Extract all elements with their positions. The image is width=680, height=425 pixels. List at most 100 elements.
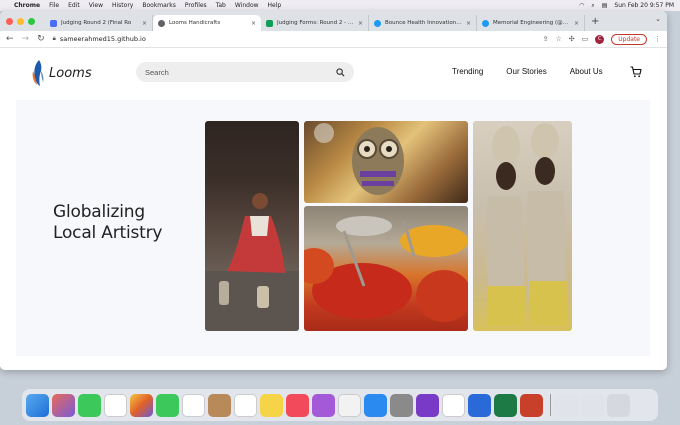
browser-window: Judging Round 2 (Final Ro × Looms Handic…	[0, 11, 667, 370]
minimize-window-button[interactable]	[17, 17, 24, 25]
notes-icon[interactable]	[260, 393, 283, 417]
menu-item-edit[interactable]: Edit	[68, 2, 80, 9]
main-nav: Trending Our Stories About Us	[452, 67, 626, 76]
hero-heading-line-1: Globalizing	[53, 202, 145, 222]
menu-item-tab[interactable]: Tab	[216, 2, 226, 9]
looms-logo[interactable]: Looms	[30, 59, 92, 87]
menu-item-help[interactable]: Help	[268, 2, 282, 9]
tab-label: Bounce Health Innovation (@Bo	[385, 20, 463, 26]
tab-label: Judging Round 2 (Final Ro	[61, 20, 132, 26]
menu-item-profiles[interactable]: Profiles	[185, 2, 207, 9]
more-menu-icon[interactable]: ⋮	[654, 35, 661, 43]
finder-icon[interactable]	[26, 393, 49, 417]
bookmark-star-icon[interactable]: ☆	[555, 35, 561, 43]
lock-icon[interactable]: 🔒︎	[53, 35, 56, 43]
tab-judging-round-2[interactable]: Judging Round 2 (Final Ro ×	[45, 15, 153, 31]
reload-icon[interactable]: ↻	[37, 34, 45, 44]
contacts-icon[interactable]	[208, 393, 231, 417]
search-input[interactable]	[145, 67, 336, 77]
menu-clock[interactable]: Sun Feb 20 9:57 PM	[614, 2, 674, 9]
reminders-icon[interactable]	[234, 393, 257, 417]
hero-heading-line-2: Local Artistry	[53, 223, 163, 243]
dock-separator	[550, 394, 551, 416]
hero-section: Globalizing Local Artistry	[16, 100, 650, 356]
search-icon[interactable]	[336, 67, 345, 77]
tab-memorial-engineering[interactable]: Memorial Engineering (@MUH ×	[477, 15, 585, 31]
nav-about-us[interactable]: About Us	[570, 67, 603, 76]
control-center-icon[interactable]: ▤	[602, 2, 608, 9]
messages-icon[interactable]	[78, 393, 101, 417]
podcasts-icon[interactable]	[312, 393, 335, 417]
menu-item-view[interactable]: View	[89, 2, 103, 9]
calendar-icon[interactable]	[182, 393, 205, 417]
tab-search-chevron-icon[interactable]: ⌄	[655, 15, 661, 23]
tab-favicon-icon	[374, 19, 381, 27]
bird-logo-icon	[32, 60, 44, 86]
menu-item-history[interactable]: History	[112, 2, 133, 9]
hero-heading: Globalizing Local Artistry	[53, 202, 162, 244]
photo-figurines	[473, 121, 572, 331]
tab-label: Looms Handicrafts	[169, 20, 221, 26]
forward-arrow-icon[interactable]: →	[22, 34, 30, 44]
back-arrow-icon[interactable]: ←	[6, 34, 14, 44]
macos-menu-bar: Chrome File Edit View History Bookmarks …	[0, 0, 680, 11]
tab-close-icon[interactable]: ×	[251, 20, 256, 27]
excel-icon[interactable]	[494, 393, 517, 417]
app-store-icon[interactable]	[364, 393, 387, 417]
zoom-window-button[interactable]	[28, 17, 35, 25]
nav-our-stories[interactable]: Our Stories	[506, 67, 546, 76]
photo-spice-market	[304, 206, 468, 331]
chrome-icon[interactable]	[442, 393, 465, 417]
tab-strip: Judging Round 2 (Final Ro × Looms Handic…	[0, 11, 667, 31]
music-icon[interactable]	[286, 393, 309, 417]
recent-document-icon[interactable]	[581, 393, 604, 417]
trash-icon[interactable]	[607, 393, 630, 417]
shopping-cart-icon[interactable]	[630, 66, 642, 78]
window-controls	[6, 17, 35, 25]
news-icon[interactable]	[338, 393, 361, 417]
photo-owl-ornament	[304, 121, 468, 203]
wifi-icon[interactable]: ◠	[579, 2, 584, 9]
macos-dock	[22, 389, 658, 421]
slack-icon[interactable]	[416, 393, 439, 417]
search-bar[interactable]	[136, 62, 354, 82]
reading-list-icon[interactable]: ▭	[582, 35, 589, 43]
mail-icon[interactable]	[104, 393, 127, 417]
word-icon[interactable]	[468, 393, 491, 417]
facetime-icon[interactable]	[156, 393, 179, 417]
nav-trending[interactable]: Trending	[452, 67, 483, 76]
logo-text: Looms	[49, 65, 92, 81]
tab-close-icon[interactable]: ×	[142, 20, 147, 27]
menu-item-window[interactable]: Window	[235, 2, 259, 9]
menu-item-file[interactable]: File	[49, 2, 59, 9]
system-preferences-icon[interactable]	[390, 393, 413, 417]
launchpad-icon[interactable]	[52, 393, 75, 417]
tab-label: Memorial Engineering (@MUH	[493, 20, 571, 26]
share-icon[interactable]: ⇪	[543, 35, 549, 43]
address-bar[interactable]: sameerahmed15.github.io	[60, 35, 146, 43]
tab-favicon-icon	[158, 19, 165, 27]
tab-close-icon[interactable]: ×	[466, 20, 471, 27]
photos-icon[interactable]	[130, 393, 153, 417]
tab-bounce-health[interactable]: Bounce Health Innovation (@Bo ×	[369, 15, 477, 31]
update-button[interactable]: Update	[611, 33, 647, 45]
new-tab-button[interactable]: +	[591, 16, 599, 27]
photo-artisan-woman	[205, 121, 299, 331]
website-viewport: Looms Trending Our Stories About Us	[0, 48, 667, 370]
tab-judging-forms[interactable]: Judging Forms: Round 2 - Goo ×	[261, 15, 369, 31]
search-spotlight-icon[interactable]: ⌕	[591, 2, 594, 10]
tab-looms-handicrafts[interactable]: Looms Handicrafts ×	[153, 15, 261, 31]
powerpoint-icon[interactable]	[520, 393, 543, 417]
tab-favicon-icon	[266, 19, 273, 27]
tab-favicon-icon	[50, 19, 57, 27]
extensions-puzzle-icon[interactable]: ✣	[569, 35, 575, 43]
menu-app-name[interactable]: Chrome	[14, 2, 40, 9]
tab-close-icon[interactable]: ×	[358, 20, 363, 27]
close-window-button[interactable]	[6, 17, 13, 25]
tab-close-icon[interactable]: ×	[574, 20, 579, 27]
browser-toolbar: ← → ↻ 🔒︎ sameerahmed15.github.io ⇪ ☆ ✣ ▭…	[0, 31, 667, 48]
site-header: Looms Trending Our Stories About Us	[0, 48, 667, 98]
menu-item-bookmarks[interactable]: Bookmarks	[142, 2, 176, 9]
profile-avatar[interactable]: C	[595, 34, 605, 44]
downloads-stack-icon[interactable]	[555, 393, 578, 417]
